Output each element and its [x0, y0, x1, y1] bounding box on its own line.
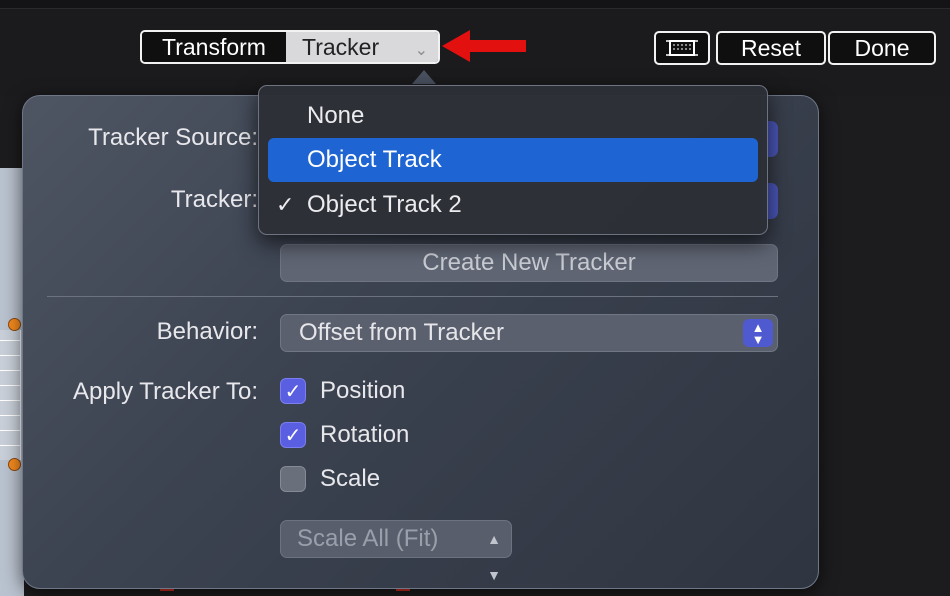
create-new-tracker-button[interactable]: Create New Tracker [280, 244, 778, 282]
rotation-checkbox-row[interactable]: ✓ Rotation [280, 420, 409, 450]
segment-tracker-label: Tracker [302, 34, 380, 60]
transform-handle[interactable] [8, 318, 21, 331]
mode-segmented-control[interactable]: Transform Tracker ⌄ [140, 30, 440, 64]
menu-item-label: Object Track [307, 146, 442, 173]
position-checkbox[interactable]: ✓ [280, 378, 306, 404]
behavior-label: Behavior: [156, 318, 258, 345]
apply-tracker-to-label: Apply Tracker To: [73, 378, 258, 405]
window-edge [0, 0, 950, 9]
panel-pointer [412, 70, 436, 84]
segment-transform[interactable]: Transform [142, 32, 286, 62]
rotation-label: Rotation [320, 421, 410, 448]
scale-mode-popup[interactable]: Scale All (Fit) ▲ ▼ [280, 520, 512, 583]
transform-handle[interactable] [8, 458, 21, 471]
scale-checkbox[interactable] [280, 466, 306, 492]
menu-item-object-track[interactable]: Object Track [268, 138, 758, 182]
position-label: Position [320, 377, 406, 404]
segment-tracker[interactable]: Tracker ⌄ [286, 32, 438, 62]
scale-checkbox-row[interactable]: Scale [280, 464, 380, 494]
canvas-grid-overlay [0, 330, 21, 460]
menu-item-label: None [307, 102, 365, 129]
tracker-source-label: Tracker Source: [88, 124, 258, 151]
reset-button[interactable]: Reset [716, 31, 826, 65]
menu-item-none[interactable]: None [268, 94, 758, 138]
frame-icon [666, 40, 698, 56]
menu-item-object-track-2[interactable]: ✓ Object Track 2 [268, 183, 758, 227]
position-checkbox-row[interactable]: ✓ Position [280, 376, 405, 406]
red-arrow-annotation [442, 30, 526, 62]
tracker-dropdown-menu: None Object Track ✓ Object Track 2 [258, 85, 768, 235]
tracker-label: Tracker: [170, 186, 258, 213]
behavior-value: Offset from Tracker [299, 319, 504, 346]
up-down-chevron-icon: ▲ ▼ [487, 531, 501, 583]
menu-item-label: Object Track 2 [307, 191, 462, 218]
divider [47, 296, 778, 297]
onscreen-controls-button[interactable] [654, 31, 710, 65]
done-button[interactable]: Done [828, 31, 936, 65]
checkmark-icon: ✓ [276, 192, 295, 217]
behavior-popup[interactable]: Offset from Tracker ▲ ▼ [280, 314, 778, 352]
rotation-checkbox[interactable]: ✓ [280, 422, 306, 448]
chevron-down-icon[interactable]: ⌄ [415, 36, 428, 62]
scale-label: Scale [320, 465, 381, 492]
up-down-chevron-icon: ▲ ▼ [743, 319, 773, 347]
scale-mode-value: Scale All (Fit) [297, 525, 439, 552]
